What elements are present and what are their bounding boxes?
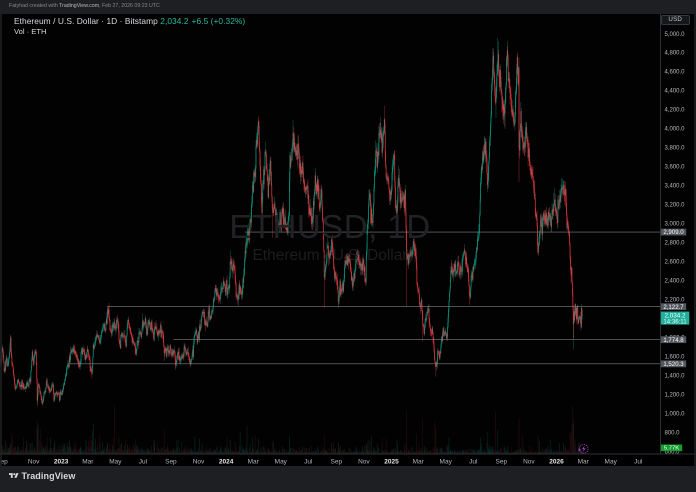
- time-tick-label[interactable]: Nov: [28, 458, 40, 465]
- price-tick-label[interactable]: 4,400.0: [665, 88, 686, 94]
- price-tick-label[interactable]: 3,600.0: [665, 164, 686, 170]
- time-tick-label[interactable]: Mar: [248, 458, 260, 465]
- time-tick-label[interactable]: Jul: [469, 458, 478, 465]
- tradingview-snapshot: Fatyhad created with TradingView.com, Fe…: [0, 0, 696, 492]
- time-tick-label[interactable]: May: [275, 458, 288, 465]
- currency-unit-button[interactable]: USD: [661, 15, 690, 25]
- time-tick-label[interactable]: Nov: [358, 458, 370, 465]
- price-tick-label[interactable]: 4,600.0: [665, 69, 686, 75]
- time-tick-label[interactable]: Mar: [82, 458, 94, 465]
- time-tick-label[interactable]: Jul: [139, 458, 148, 465]
- axis-frame: [0, 14, 696, 454]
- price-tick-label[interactable]: 1,400.0: [665, 373, 686, 379]
- top-attribution-bar: Fatyhad created with TradingView.com, Fe…: [0, 0, 696, 14]
- tradingview-logo-icon[interactable]: [9, 472, 19, 480]
- price-tick-label[interactable]: 4,200.0: [665, 107, 686, 113]
- attribution-timestamp: , Feb 27, 2026 09:23 UTC: [99, 3, 160, 9]
- legend-symbol-title[interactable]: Ethereum / U.S. Dollar · 1D · Bitstamp: [14, 16, 158, 26]
- time-tick-label[interactable]: Nov: [523, 458, 535, 465]
- bar-countdown-label: 14:36:11: [663, 318, 687, 325]
- level-price-label: 2,909.0: [663, 229, 684, 236]
- level-price-label: 2,122.7: [663, 303, 684, 310]
- time-tick-label[interactable]: Sep: [165, 458, 177, 465]
- time-tick-label[interactable]: Sep: [496, 458, 508, 465]
- attribution-prefix: Fatyhad created with: [9, 3, 59, 9]
- price-tick-label[interactable]: 2,200.0: [665, 297, 686, 303]
- volume-bars: [0, 405, 582, 453]
- candlestick-chart-canvas[interactable]: 5,000.0 4,800.0 4,600.0 4,400.0 4,200.0 4,000…: [0, 14, 696, 480]
- price-tick-label[interactable]: 5,000.0: [665, 31, 686, 37]
- tradingview-site-link[interactable]: TradingView.com: [59, 3, 99, 9]
- candles: [0, 37, 582, 405]
- footer-bar: TradingView: [0, 466, 696, 492]
- price-tick-label[interactable]: 3,200.0: [665, 202, 686, 208]
- time-tick-label[interactable]: 2023: [54, 458, 69, 465]
- price-level-lines[interactable]: [70, 232, 661, 364]
- legend-volume-row[interactable]: Vol · ETH: [14, 27, 245, 36]
- chart-legend[interactable]: Ethereum / U.S. Dollar · 1D · Bitstamp 2…: [14, 16, 245, 36]
- price-tick-label[interactable]: 1,600.0: [665, 354, 686, 360]
- price-tick-label[interactable]: 3,800.0: [665, 145, 686, 151]
- price-tick-label[interactable]: 800.0: [665, 430, 681, 436]
- chart-region: ETHUSD, 1D Ethereum / U.S. Dollar Ethere…: [0, 14, 696, 455]
- candle-up-bodies: [0, 50, 582, 403]
- level-price-label: 1,774.8: [663, 336, 684, 343]
- price-tick-label[interactable]: 1,000.0: [665, 411, 686, 417]
- snapshot-left-edge: [0, 14, 2, 467]
- time-tick-label[interactable]: 2025: [384, 458, 399, 465]
- legend-change: +6.5 (+0.32%): [192, 16, 246, 26]
- tradingview-wordmark[interactable]: TradingView: [22, 471, 76, 481]
- volume-down-bars: [1, 405, 582, 453]
- price-tick-label[interactable]: 4,000.0: [665, 126, 686, 132]
- price-tick-label[interactable]: 3,400.0: [665, 183, 686, 189]
- candle-down-wicks: [1, 46, 582, 406]
- time-tick-label[interactable]: May: [605, 458, 618, 465]
- price-tick-label[interactable]: 4,800.0: [665, 50, 686, 56]
- price-axis-labels[interactable]: 5,000.0 4,800.0 4,600.0 4,400.0 4,200.0 4,000…: [661, 31, 689, 454]
- time-tick-label[interactable]: Mar: [578, 458, 590, 465]
- price-tick-label[interactable]: 3,000.0: [665, 221, 686, 227]
- time-tick-label[interactable]: Jul: [634, 458, 643, 465]
- legend-symbol-row: Ethereum / U.S. Dollar · 1D · Bitstamp 2…: [14, 16, 245, 26]
- time-tick-label[interactable]: May: [440, 458, 453, 465]
- price-tick-label[interactable]: 2,800.0: [665, 240, 686, 246]
- time-tick-label[interactable]: 2024: [219, 458, 234, 465]
- time-axis-labels[interactable]: Sep Nov 2023 Mar May Jul Sep Nov 2024 Mar May Jul Se…: [0, 458, 643, 465]
- level-price-label: 1,520.3: [663, 360, 684, 367]
- time-tick-label[interactable]: 2026: [549, 458, 564, 465]
- legend-last-price: 2,034.2: [160, 16, 188, 26]
- volume-up-bars: [0, 423, 582, 453]
- time-tick-label[interactable]: Sep: [331, 458, 343, 465]
- time-tick-label[interactable]: Nov: [193, 458, 205, 465]
- price-tick-label[interactable]: 2,600.0: [665, 259, 686, 265]
- volume-value-label: 5.77K: [664, 445, 679, 451]
- tradingview-logo-glyphs: [9, 473, 19, 478]
- time-tick-label[interactable]: Jul: [304, 458, 313, 465]
- logo-dot-glyph: [13, 473, 15, 475]
- logo-block-glyph: [9, 473, 13, 478]
- time-tick-label[interactable]: May: [109, 458, 122, 465]
- price-tick-label[interactable]: 2,400.0: [665, 278, 686, 284]
- price-tick-label[interactable]: 1,200.0: [665, 392, 686, 398]
- time-tick-label[interactable]: Mar: [413, 458, 425, 465]
